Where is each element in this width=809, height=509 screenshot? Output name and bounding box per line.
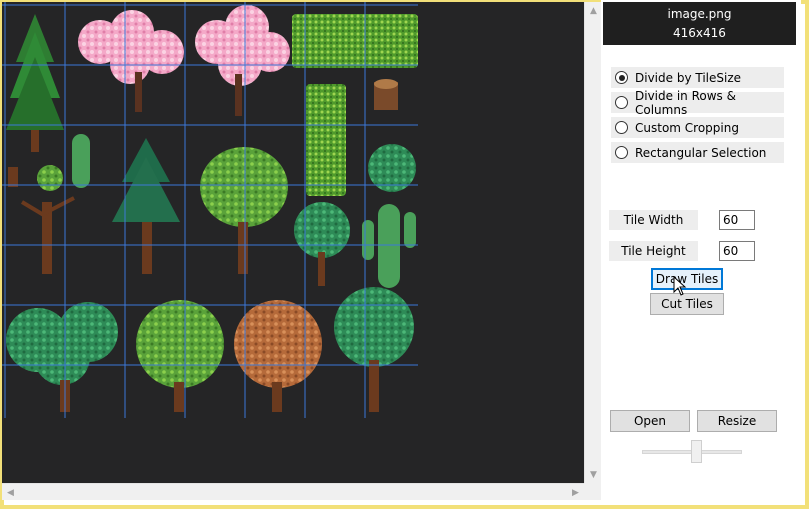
open-button[interactable]: Open: [610, 410, 690, 432]
radio-label: Custom Cropping: [635, 120, 739, 135]
green-bush-tree-sprite: [136, 300, 224, 412]
radio-divide-by-tilesize[interactable]: Divide by TileSize: [611, 67, 784, 88]
large-cactus-sprite: [362, 204, 416, 288]
pine-tree-sprite: [6, 14, 64, 152]
pine-tree-sprite-2: [112, 138, 180, 274]
small-tree-sprite: [294, 202, 350, 286]
radio-rectangular-selection[interactable]: Rectangular Selection: [611, 142, 784, 163]
draw-tiles-button[interactable]: Draw Tiles: [651, 268, 723, 290]
pink-tree-sprite-2: [195, 5, 290, 116]
bare-tree-sprite: [20, 196, 75, 274]
tile-height-label: Tile Height: [609, 241, 698, 261]
small-cactus-sprite: [72, 134, 90, 188]
sprite-sheet[interactable]: [2, 2, 418, 418]
zoom-slider[interactable]: [642, 438, 742, 464]
radio-icon[interactable]: [615, 71, 628, 84]
canvas-panel[interactable]: [2, 2, 584, 483]
mouse-cursor-icon: [673, 276, 687, 296]
radio-icon[interactable]: [615, 146, 628, 159]
autumn-tree-sprite: [234, 300, 322, 412]
tile-width-label: Tile Width: [609, 210, 698, 230]
scroll-left-icon[interactable]: ◀: [2, 484, 19, 501]
scroll-right-icon[interactable]: ▶: [567, 484, 584, 501]
image-filename: image.png: [667, 7, 732, 21]
vertical-scrollbar[interactable]: ▲ ▼: [584, 2, 601, 483]
horizontal-scrollbar[interactable]: ◀ ▶: [2, 483, 584, 500]
hedge-pillar-sprite: [306, 84, 346, 196]
image-info-box: image.png 416x416: [603, 2, 796, 45]
round-tree-sprite: [200, 147, 288, 274]
control-panel: image.png 416x416 Divide by TileSize Div…: [601, 0, 801, 501]
palm-fern-sprite: [334, 287, 414, 412]
scroll-up-icon[interactable]: ▲: [585, 2, 602, 19]
tree-stump-sprite: [374, 79, 398, 110]
radio-divide-rows-columns[interactable]: Divide in Rows & Columns: [611, 89, 784, 117]
radio-icon[interactable]: [615, 96, 628, 109]
small-bush-sprite: [8, 165, 63, 191]
hedge-long-sprite: [292, 14, 418, 68]
slider-thumb[interactable]: [691, 440, 702, 463]
radio-label: Divide in Rows & Columns: [635, 88, 736, 117]
radio-icon[interactable]: [615, 121, 628, 134]
radio-label: Rectangular Selection: [635, 145, 767, 160]
resize-button[interactable]: Resize: [697, 410, 777, 432]
radio-custom-cropping[interactable]: Custom Cropping: [611, 117, 784, 138]
cut-tiles-button[interactable]: Cut Tiles: [650, 293, 724, 315]
scroll-down-icon[interactable]: ▼: [585, 466, 602, 483]
tile-width-input[interactable]: 60: [719, 210, 755, 230]
image-dimensions: 416x416: [673, 26, 726, 40]
leafy-bush-sprite: [6, 302, 118, 412]
pink-tree-sprite: [78, 10, 184, 112]
radio-label: Divide by TileSize: [635, 70, 742, 85]
tile-height-input[interactable]: 60: [719, 241, 755, 261]
scroll-corner: [584, 483, 601, 500]
